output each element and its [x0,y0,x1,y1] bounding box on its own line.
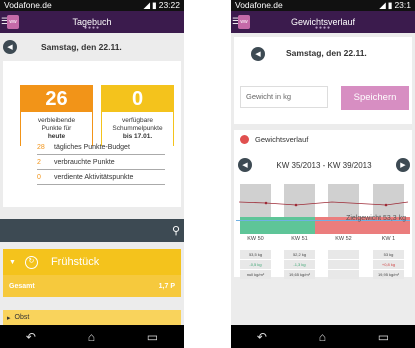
kw-label: KW 50 [247,236,264,242]
remaining-line2: Punkte für [41,125,72,132]
save-button[interactable]: Speichern [341,86,409,110]
cheat-points-value: 0 [102,86,173,112]
recents-icon[interactable]: ▭ [147,330,158,344]
stat-label: tägliches Punkte-Budget [54,143,130,151]
prev-range-button[interactable]: ◀ [238,158,252,172]
carrier-label: Vodafone.de [4,0,52,10]
bmi-cell [328,270,359,279]
food-item-obst[interactable]: ▸ Obst [3,310,181,325]
weight-history-card: Gewichtsverlauf ◀ KW 35/2013 - KW 39/201… [234,130,412,279]
remaining-points-value: 26 [21,86,92,112]
cheat-points-box: 0 verfügbare Schummelpunkte bis 17.01. [101,85,174,147]
app-header: ☰ ww Gewichtsverlauf ●●●● [231,11,415,33]
bmi-cell: 19,65 kg/m² [284,270,315,279]
total-value: 1,7 P [158,282,175,290]
clock-label: 23:1 [394,0,411,10]
week-range-label: KW 35/2013 - KW 39/2013 [276,160,372,170]
stat-label: verbrauchte Punkte [54,158,115,166]
carrier-label: Vodafone.de [235,0,283,10]
status-right: ◢ ▮ 23:22 [143,0,180,11]
search-bar: ⚲ [0,219,184,242]
scale-icon [240,135,249,144]
chevron-right-icon: ▸ [7,314,11,322]
weight-line [238,201,409,207]
stat-number: 28 [37,143,45,151]
app-header: ☰ ww Tagebuch ●●●● [0,11,184,33]
week-range-bar: ◀ KW 35/2013 - KW 39/2013 ▶ [238,157,410,173]
weight-point [384,203,388,207]
section-title: Gewichtsverlauf [255,135,309,144]
status-right: ◢ ▮ 23:1 [379,0,411,11]
android-nav-bar: ↶ ⌂ ▭ [0,325,184,348]
stat-number: 2 [37,158,41,166]
clock-label: 23:22 [158,0,180,10]
date-label: Samstag, den 22.11. [286,48,367,58]
weight-cell: 53,5 kg [240,250,271,259]
cheat-line2: Schummelpunkte [112,125,163,132]
weight-point [264,201,268,205]
clock-icon: ↻ [24,255,38,269]
stat-row: 2 verbrauchte Punkte [37,155,165,170]
bmi-cell: 19,95 kg/m² [373,270,404,279]
back-icon[interactable]: ↶ [257,330,267,344]
home-icon[interactable]: ⌂ [88,330,95,344]
cheat-line1: verfügbare [121,117,154,124]
weight-point [294,203,298,207]
weight-chart: Zielgewicht 53,3 kg KW 50 KW 51 KW 52 KW… [236,182,410,252]
stat-number: 0 [37,173,41,181]
back-icon[interactable]: ↶ [26,330,36,344]
prev-day-button[interactable]: ◀ [3,40,17,54]
android-nav-bar: ↶ ⌂ ▭ [231,325,415,348]
meal-name: Frühstück [50,256,100,268]
weight-cell [328,250,359,259]
meal-header-breakfast[interactable]: ▼ ↻ Frühstück [3,249,181,275]
weight-entry-card: ◀ Samstag, den 22.11. Gewicht in kg Spei… [234,37,412,124]
wifi-icon: ◢ [379,0,386,10]
section-header: Gewichtsverlauf [240,135,308,144]
weight-input[interactable]: Gewicht in kg [240,86,328,108]
app-logo[interactable]: ww [7,15,19,29]
app-logo[interactable]: ww [238,15,250,29]
status-bar: Vodafone.de ◢ ▮ 23:22 [0,0,184,11]
delta-cell: +0,8 kg [373,260,404,269]
kw-label: KW 51 [291,236,308,242]
bmi-cell: null kg/m² [240,270,271,279]
tagebuch-screen: Vodafone.de ◢ ▮ 23:22 ☰ ww Tagebuch ●●●●… [0,0,184,348]
battery-icon: ▮ [387,0,393,10]
home-icon[interactable]: ⌂ [319,330,326,344]
meal-total-row: Gesamt 1,7 P [3,275,181,297]
food-item-label: Obst [14,314,30,321]
kw-label: KW 52 [335,236,352,242]
points-stats: 28 tägliches Punkte-Budget 2 verbrauchte… [37,140,165,185]
date-label: Samstag, den 22.11. [41,42,122,52]
recents-icon[interactable]: ▭ [378,330,389,344]
status-bar: Vodafone.de ◢ ▮ 23:1 [231,0,415,11]
page-indicator: ●●●● [314,25,332,31]
next-range-button[interactable]: ▶ [395,158,410,172]
remaining-line1: verbleibende [37,117,76,124]
delta-cell: -0,5 kg [240,260,271,269]
prev-day-button[interactable]: ◀ [251,47,265,61]
stat-label: verdiente Aktivitätspunkte [54,173,134,181]
battery-icon: ▮ [152,0,157,10]
date-bar: ◀ Samstag, den 22.11. [3,37,181,57]
stat-row: 28 tägliches Punkte-Budget [37,140,165,155]
chevron-down-icon: ▼ [9,258,16,266]
stat-row: 0 verdiente Aktivitätspunkte [37,170,165,185]
kw-label: KW 1 [381,236,396,242]
search-icon[interactable]: ⚲ [172,224,180,237]
remaining-points-box: 26 verbleibende Punkte für heute [20,85,93,147]
points-card: 26 verbleibende Punkte für heute 0 verfü… [3,61,181,207]
total-label: Gesamt [9,282,35,290]
weight-cell: 52,2 kg [284,250,315,259]
page-indicator: ●●●● [83,25,101,31]
wifi-icon: ◢ [143,0,151,10]
goal-label: Zielgewicht 53,3 kg [346,215,406,222]
gewichtsverlauf-screen: Vodafone.de ◢ ▮ 23:1 ☰ ww Gewichtsverlau… [231,0,415,348]
weight-cell: 53 kg [373,250,404,259]
delta-cell: -1,3 kg [284,260,315,269]
delta-cell [328,260,359,269]
